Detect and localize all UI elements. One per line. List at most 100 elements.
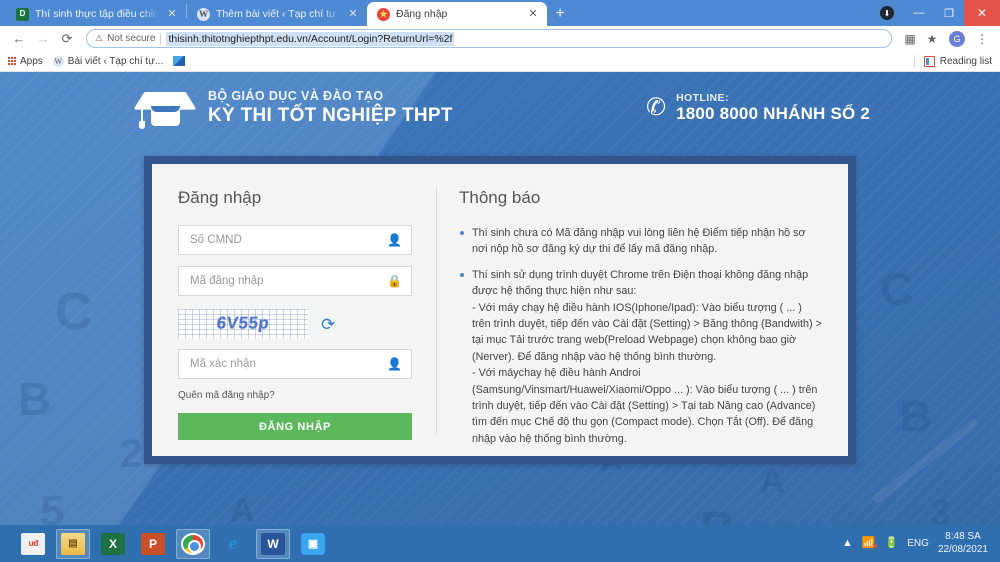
security-status[interactable]: ⚠ Not secure — [95, 33, 155, 44]
bookmark-item-1[interactable]: W Bài viết ‹ Tạp chí tự... — [52, 55, 164, 67]
tray-expand-icon[interactable]: ▲ — [842, 538, 853, 549]
taskbar-item-unikey[interactable]: ưđ — [16, 529, 50, 559]
user-icon: 👤 — [387, 233, 402, 247]
lock-icon: 🔒 — [387, 274, 402, 288]
taskbar-item-excel[interactable]: X — [96, 529, 130, 559]
browser-tab-1[interactable]: D Thí sinh thực tập điều chỉnh ngu ✕ — [6, 2, 186, 26]
bookmark-item-2[interactable] — [173, 56, 186, 66]
refresh-icon[interactable]: ⟳ — [321, 316, 335, 333]
id-input[interactable] — [190, 234, 381, 246]
clock[interactable]: 8:48 SA 22/08/2021 — [938, 531, 988, 556]
network-error-badge: ✕ — [871, 542, 879, 551]
docs-icon: D — [16, 7, 29, 21]
exam-name: KỲ THI TỐT NGHIỆP THPT — [208, 105, 453, 126]
unikey-icon: ưđ — [21, 532, 45, 555]
login-page: C B 2 5 A C 5 C A B B B A A 3 A — [0, 72, 1000, 525]
powerpoint-icon: P — [141, 532, 165, 555]
hotline-number: 1800 8000 NHÁNH SỐ 2 — [676, 104, 870, 123]
notice-subtext: - Với máy chạy hệ điều hành IOS(Iphone/I… — [472, 301, 822, 363]
captcha-input[interactable] — [190, 358, 381, 370]
taskbar-item-file-explorer[interactable]: ▤ — [56, 528, 90, 559]
tab-title: Thí sinh thực tập điều chỉnh ngu — [35, 8, 160, 20]
network-icon[interactable]: 📶 ✕ — [862, 538, 879, 551]
battery-icon[interactable]: 🔋 — [885, 538, 899, 549]
minimize-button[interactable]: — — [904, 0, 934, 26]
browser-tab-3-active[interactable]: ★ Đăng nhập ✕ — [367, 2, 547, 26]
notice-text: Thí sinh chưa có Mã đăng nhập vui lòng l… — [472, 227, 806, 256]
new-tab-button[interactable]: + — [547, 2, 573, 26]
taskbar-item-word[interactable]: W — [256, 528, 290, 559]
word-icon: W — [261, 532, 285, 555]
taskbar-item-internet-explorer[interactable]: e — [216, 529, 250, 559]
system-tray: ▲ 📶 ✕ 🔋 ENG 8:48 SA 22/08/2021 — [842, 531, 996, 556]
ministry-name: BỘ GIÁO DỤC VÀ ĐÀO TẠO — [208, 89, 384, 103]
forgot-password-link[interactable]: Quên mã đăng nhập? — [178, 390, 412, 401]
gov-emblem-icon: ★ — [377, 7, 390, 21]
warning-triangle-icon: ⚠ — [95, 33, 104, 43]
phone-icon: ✆ — [645, 94, 667, 121]
taskbar-item-chrome[interactable] — [176, 528, 210, 559]
site-header: BỘ GIÁO DỤC VÀ ĐÀO TẠO KỲ THI TỐT NGHIỆP… — [0, 72, 1000, 144]
hotline-label: HOTLINE: — [676, 92, 729, 104]
omnibox-divider — [160, 32, 162, 45]
address-bar[interactable]: ⚠ Not secure thisinh.thitotnghiepthpt.ed… — [86, 29, 892, 48]
graduation-cap-icon — [133, 86, 197, 130]
windows-taskbar: ưđ ▤ X P e W ▣ ▲ 📶 ✕ 🔋 ENG 8:48 SA 22/08/… — [0, 525, 1000, 562]
taskbar-item-camera[interactable]: ▣ — [296, 529, 330, 559]
bookmark-star-icon[interactable]: ★ — [922, 29, 942, 49]
close-window-button[interactable]: ✕ — [964, 0, 1000, 26]
password-input[interactable] — [190, 275, 381, 287]
taskbar-apps: ưđ ▤ X P e W ▣ — [16, 528, 330, 559]
chrome-icon — [181, 532, 205, 555]
captcha-field-wrapper[interactable]: 👤 — [178, 349, 412, 379]
wordpress-icon: W — [52, 55, 64, 67]
security-label: Not secure — [107, 33, 156, 44]
reading-list-icon — [923, 55, 935, 67]
notice-title: Thông báo — [459, 188, 541, 207]
tab-strip: D Thí sinh thực tập điều chỉnh ngu ✕ W T… — [0, 0, 1000, 26]
wordpress-icon: W — [197, 7, 210, 21]
close-icon[interactable]: ✕ — [166, 8, 178, 20]
notice-item: Thí sinh sử dụng trình duyệt Chrome trên… — [459, 267, 822, 447]
user-icon: 👤 — [387, 357, 402, 371]
window-controls: ⬇ — ❐ ✕ — [880, 0, 1000, 26]
bookmark-label: Bài viết ‹ Tạp chí tự... — [67, 55, 164, 67]
internet-explorer-icon: e — [228, 532, 238, 554]
profile-avatar[interactable]: G — [949, 30, 965, 47]
forward-button[interactable]: → — [32, 28, 54, 50]
captcha-text: 6V55p — [215, 313, 271, 333]
clock-time: 8:48 SA — [945, 531, 981, 542]
id-field-wrapper[interactable]: 👤 — [178, 225, 412, 255]
login-column: Đăng nhập 👤 🔒 6V55p ⟳ 👤 — [152, 164, 436, 456]
qr-code-icon[interactable]: ▦ — [900, 29, 920, 49]
notice-subtext: - Với máychay hệ điều hành Androi (Samsu… — [472, 367, 818, 445]
notice-column: Thông báo Thí sinh chưa có Mã đăng nhập … — [437, 164, 848, 456]
login-submit-button[interactable]: ĐĂNG NHẬP — [178, 413, 412, 440]
apps-label: Apps — [20, 55, 43, 67]
taskbar-item-powerpoint[interactable]: P — [136, 529, 170, 559]
file-explorer-icon: ▤ — [61, 532, 85, 555]
download-indicator-icon[interactable]: ⬇ — [880, 6, 894, 20]
chrome-browser-window: D Thí sinh thực tập điều chỉnh ngu ✕ W T… — [0, 0, 1000, 525]
language-indicator[interactable]: ENG — [907, 538, 929, 549]
browser-tab-2[interactable]: W Thêm bài viết ‹ Tạp chí tự động ✕ — [187, 2, 367, 26]
close-icon[interactable]: ✕ — [347, 8, 359, 20]
divider — [913, 54, 915, 68]
notice-item: Thí sinh chưa có Mã đăng nhập vui lòng l… — [459, 225, 822, 258]
bookmark-apps[interactable]: Apps — [8, 56, 43, 67]
tab-title: Thêm bài viết ‹ Tạp chí tự động — [216, 8, 341, 20]
hotline-block: ✆ HOTLINE: 1800 8000 NHÁNH SỐ 2 — [646, 92, 870, 124]
url-text: thisinh.thitotnghiepthpt.edu.vn/Account/… — [166, 31, 455, 46]
login-card: Đăng nhập 👤 🔒 6V55p ⟳ 👤 — [144, 156, 856, 464]
captcha-image: 6V55p — [178, 309, 308, 339]
notice-list: Thí sinh chưa có Mã đăng nhập vui lòng l… — [459, 225, 822, 447]
close-icon[interactable]: ✕ — [527, 8, 539, 20]
chrome-menu-icon[interactable]: ⋮ — [972, 29, 992, 49]
reading-list-label[interactable]: Reading list — [940, 56, 992, 67]
maximize-button[interactable]: ❐ — [934, 0, 964, 26]
reload-button[interactable]: ⟳ — [56, 28, 78, 50]
brand-block: BỘ GIÁO DỤC VÀ ĐÀO TẠO KỲ THI TỐT NGHIỆP… — [133, 86, 453, 130]
browser-toolbar: ← → ⟳ ⚠ Not secure thisinh.thitotnghiept… — [0, 26, 1000, 51]
back-button[interactable]: ← — [8, 28, 30, 50]
password-field-wrapper[interactable]: 🔒 — [178, 266, 412, 296]
